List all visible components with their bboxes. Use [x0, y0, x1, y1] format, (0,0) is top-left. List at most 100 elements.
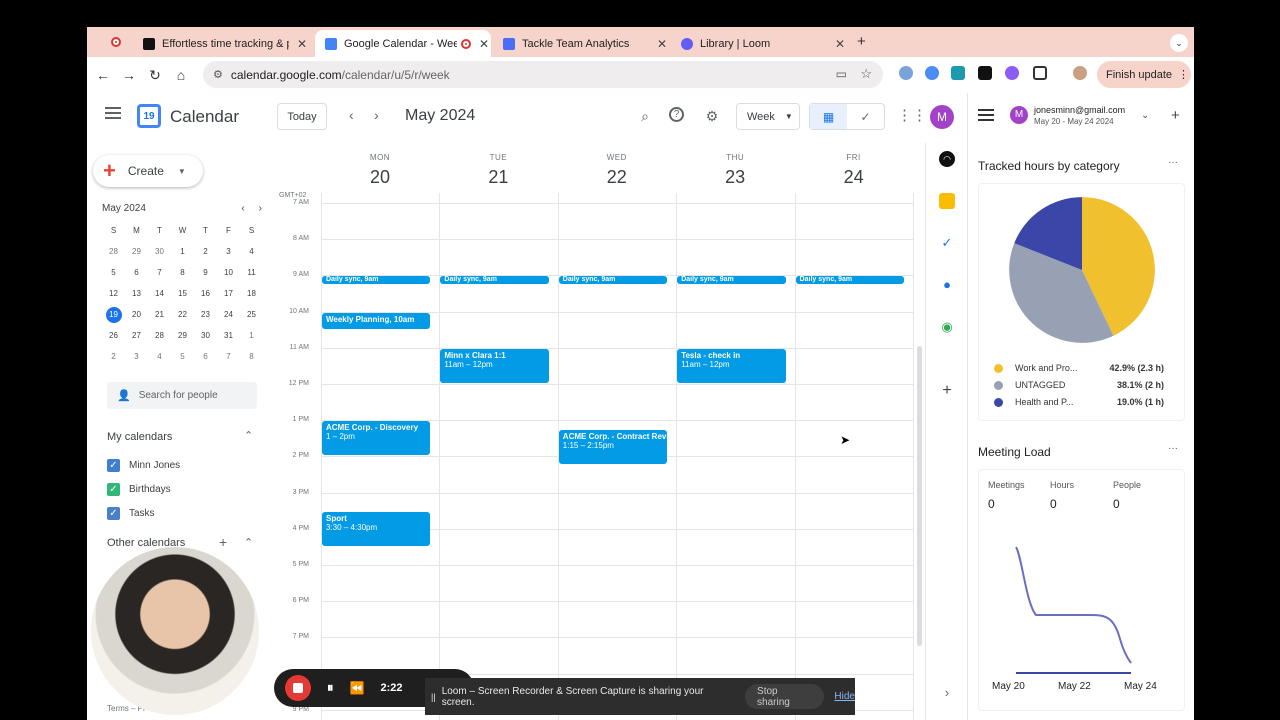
mini-day[interactable]: 4 [240, 244, 263, 260]
collapse-icon[interactable]: ⌃ [244, 536, 253, 549]
calendar-event[interactable]: Sport 3:30 – 4:30pm [322, 511, 431, 546]
new-tab-button[interactable]: + [857, 33, 866, 50]
calendar-event[interactable]: Daily sync, 9am [322, 276, 431, 285]
apps-grid-icon[interactable]: ⋮⋮ [897, 107, 927, 125]
add-addon-icon[interactable]: + [939, 383, 955, 399]
mini-day[interactable]: 30 [148, 244, 171, 260]
calendar-item-tasks[interactable]: ✓ Tasks [107, 507, 155, 520]
prev-month-icon[interactable]: ‹ [241, 203, 244, 214]
mini-day[interactable]: 30 [194, 328, 217, 344]
extension-icon[interactable] [951, 66, 965, 80]
checkbox-icon[interactable]: ✓ [107, 459, 120, 472]
next-month-icon[interactable]: › [259, 203, 262, 214]
calendar-event[interactable]: ACME Corp. - Discovery 1 – 2pm [322, 421, 431, 456]
back-icon[interactable]: ← [90, 62, 116, 88]
mini-day[interactable]: 27 [125, 328, 148, 344]
day-header-fri[interactable]: FRI 24 [795, 153, 913, 188]
restart-icon[interactable]: ⏪ [350, 681, 365, 695]
range-dropdown-icon[interactable]: ⌄ [1141, 110, 1149, 121]
mini-day[interactable]: 6 [194, 349, 217, 365]
tab-loom-library[interactable]: Library | Loom ✕ [671, 30, 847, 57]
mini-day[interactable]: 11 [240, 265, 263, 281]
drag-handle-icon[interactable]: || [431, 692, 436, 702]
prev-week-icon[interactable]: ‹ [349, 107, 354, 123]
main-menu-icon[interactable] [105, 107, 121, 119]
tab-tackle-analytics[interactable]: Tackle Team Analytics ✕ [493, 30, 669, 57]
mini-day[interactable]: 8 [171, 265, 194, 281]
day-header-thu[interactable]: THU 23 [676, 153, 794, 188]
mini-day[interactable]: 29 [171, 328, 194, 344]
day-number[interactable]: 21 [439, 167, 557, 188]
tasks-icon[interactable]: ✓ [939, 235, 955, 251]
mini-day[interactable]: 7 [148, 265, 171, 281]
mini-day[interactable]: 31 [217, 328, 240, 344]
mini-day[interactable]: 26 [102, 328, 125, 344]
mini-day[interactable]: 13 [125, 286, 148, 302]
day-number[interactable]: 22 [558, 167, 676, 188]
checkbox-icon[interactable]: ✓ [107, 507, 120, 520]
add-calendar-icon[interactable]: + [219, 534, 227, 550]
day-number[interactable]: 23 [676, 167, 794, 188]
mini-day[interactable]: 28 [148, 328, 171, 344]
mini-day[interactable]: 19 [105, 307, 122, 323]
calendar-event[interactable]: Daily sync, 9am [677, 276, 786, 285]
mini-day[interactable]: 28 [102, 244, 125, 260]
address-bar[interactable]: ⚙ calendar.google.com/calendar/u/5/r/wee… [203, 61, 883, 88]
calendar-event[interactable]: Tesla - check in 11am – 12pm [677, 348, 786, 383]
meeting-menu-icon[interactable]: ··· [1168, 443, 1178, 454]
account-avatar[interactable]: M [930, 105, 954, 129]
mini-day[interactable]: 25 [240, 307, 263, 323]
mini-day[interactable]: 1 [240, 328, 263, 344]
contacts-icon[interactable]: ● [939, 277, 955, 293]
mini-day[interactable]: 12 [102, 286, 125, 302]
puzzle-icon[interactable] [1033, 66, 1047, 80]
mini-day[interactable]: 7 [217, 349, 240, 365]
mini-day[interactable]: 6 [125, 265, 148, 281]
day-number[interactable]: 20 [321, 167, 439, 188]
mini-day[interactable]: 9 [194, 265, 217, 281]
extension-icon[interactable] [978, 66, 992, 80]
mini-day[interactable]: 16 [194, 286, 217, 302]
close-icon[interactable]: ✕ [295, 37, 309, 51]
mini-day[interactable]: 4 [148, 349, 171, 365]
timetracking-addon-icon[interactable]: ◠ [939, 151, 955, 167]
settings-gear-icon[interactable]: ⚙ [703, 107, 721, 125]
mini-day[interactable]: 29 [125, 244, 148, 260]
finish-update-button[interactable]: Finish update ⋮ [1097, 61, 1191, 88]
mini-day[interactable]: 1 [171, 244, 194, 260]
day-header-wed[interactable]: WED 22 [558, 153, 676, 188]
calendar-event[interactable]: Daily sync, 9am [795, 276, 904, 285]
close-icon[interactable]: ✕ [833, 37, 847, 51]
tab-timetracking[interactable]: Effortless time tracking & pro ✕ [133, 30, 309, 57]
create-button[interactable]: + Create ▼ [93, 155, 203, 187]
bookmark-star-icon[interactable]: ☆ [860, 66, 872, 82]
mini-day[interactable]: 23 [194, 307, 217, 323]
calendar-event[interactable]: Daily sync, 9am [558, 276, 668, 285]
mini-day[interactable]: 3 [217, 244, 240, 260]
extension-icon[interactable] [925, 66, 939, 80]
mini-day[interactable]: 3 [125, 349, 148, 365]
search-icon[interactable]: ⌕ [636, 107, 654, 125]
site-settings-icon[interactable]: ⚙ [213, 68, 223, 81]
tracked-menu-icon[interactable]: ··· [1168, 157, 1178, 168]
tab-google-calendar[interactable]: Google Calendar - Week ✕ [315, 30, 491, 57]
tab-search-icon[interactable]: ⌄ [1170, 34, 1188, 52]
today-button[interactable]: Today [277, 103, 327, 130]
mini-day[interactable]: 14 [148, 286, 171, 302]
mini-day[interactable]: 18 [240, 286, 263, 302]
collapse-icon[interactable]: ⌃ [244, 429, 253, 442]
pause-icon[interactable]: ⏸ [327, 680, 334, 696]
mini-day[interactable]: 10 [217, 265, 240, 281]
calendar-event[interactable]: Minn x Clara 1:1 11am – 12pm [440, 348, 549, 383]
day-number[interactable]: 24 [795, 167, 913, 188]
mini-day[interactable]: 5 [102, 265, 125, 281]
view-selector[interactable]: Week ▼ [736, 103, 800, 130]
loom-extension-icon[interactable] [1005, 66, 1019, 80]
calendar-item-birthdays[interactable]: ✓ Birthdays [107, 483, 171, 496]
next-week-icon[interactable]: › [374, 107, 379, 123]
mini-day[interactable]: 24 [217, 307, 240, 323]
expand-panel-icon[interactable]: › [939, 685, 955, 701]
profile-avatar[interactable] [1073, 66, 1087, 80]
mini-day[interactable]: 8 [240, 349, 263, 365]
close-icon[interactable]: ✕ [655, 37, 669, 51]
